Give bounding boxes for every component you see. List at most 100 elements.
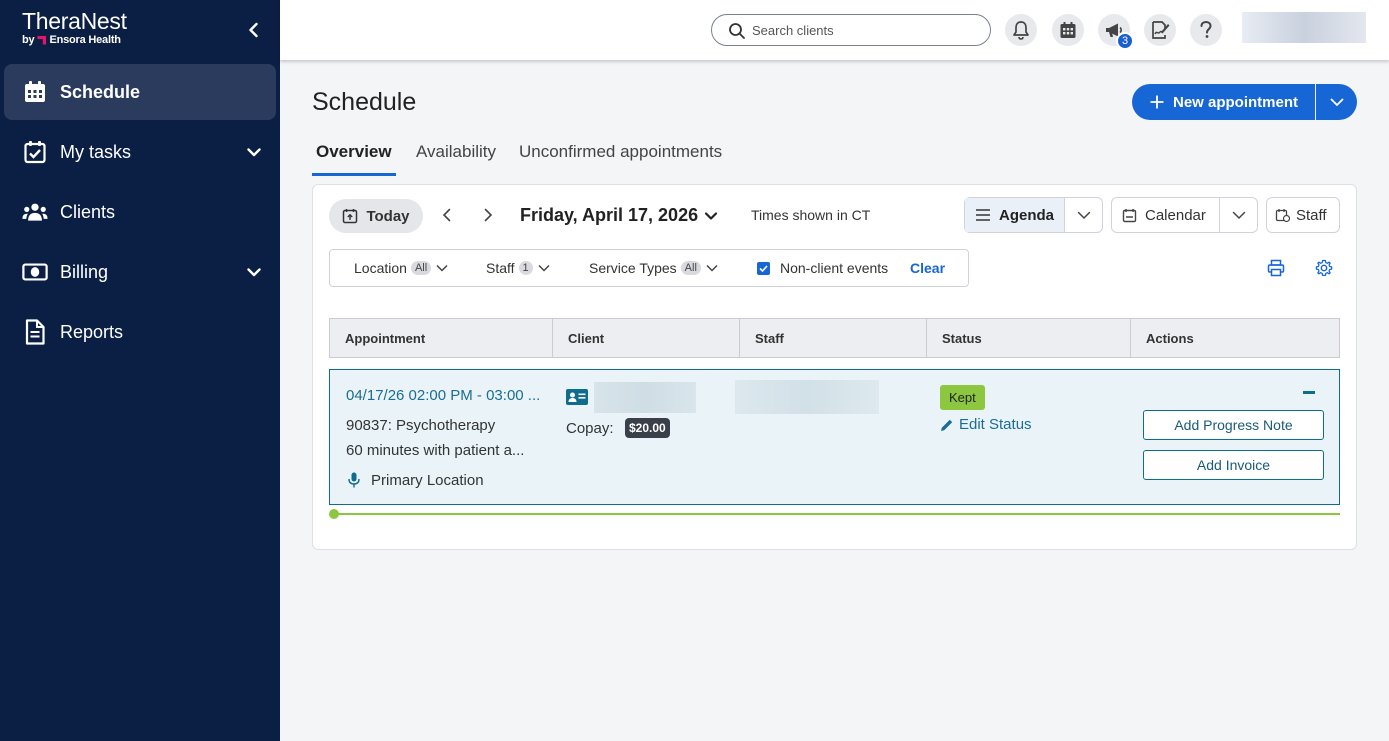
filter-bar: Location All Staff 1 Service Types All N… xyxy=(329,249,969,287)
notifications-button[interactable] xyxy=(1005,14,1037,46)
tab-availability[interactable]: Availability xyxy=(416,142,496,176)
clear-filters-link[interactable]: Clear xyxy=(910,260,945,276)
appointment-row[interactable]: 04/17/26 02:00 PM - 03:00 ... 90837: Psy… xyxy=(329,369,1340,505)
new-appointment-label: New appointment xyxy=(1172,93,1298,111)
calendar-view-group: Calendar xyxy=(1111,197,1258,233)
brand-sub-company: Ensora Health xyxy=(49,34,121,46)
next-day-icon[interactable] xyxy=(480,207,496,223)
calendar-dropdown-button[interactable] xyxy=(1219,198,1257,232)
bell-icon xyxy=(1013,21,1029,40)
add-invoice-button[interactable]: Add Invoice xyxy=(1143,450,1324,480)
service-types-filter-label: Service Types xyxy=(589,260,677,276)
sidebar-item-label: Clients xyxy=(60,201,116,222)
location-filter[interactable]: Location All xyxy=(354,260,449,276)
sidebar-item-my-tasks[interactable]: My tasks xyxy=(4,124,276,180)
calendar-view-button[interactable]: Calendar xyxy=(1112,198,1219,232)
appointment-time-link[interactable]: 04/17/26 02:00 PM - 03:00 ... xyxy=(346,387,540,404)
agenda-label: Agenda xyxy=(998,206,1054,224)
new-appointment-dropdown-button[interactable] xyxy=(1316,84,1357,120)
service-types-filter-value: All xyxy=(680,261,701,275)
gear-icon[interactable] xyxy=(1315,259,1333,277)
chevron-down-icon xyxy=(1330,98,1343,107)
column-header-appointment[interactable]: Appointment xyxy=(330,319,552,357)
client-name-redacted[interactable] xyxy=(594,382,696,413)
staff-filter-value: 1 xyxy=(518,261,533,275)
column-header-staff[interactable]: Staff xyxy=(739,319,926,357)
print-icon[interactable] xyxy=(1267,259,1285,277)
client-id-card-icon[interactable] xyxy=(566,389,588,405)
date-picker-button[interactable]: Friday, April 17, 2026 xyxy=(520,205,718,226)
location-filter-label: Location xyxy=(354,260,407,276)
non-client-events-label: Non-client events xyxy=(780,260,889,276)
ensora-mark-icon xyxy=(37,35,47,45)
appointment-location: Primary Location xyxy=(371,472,484,489)
previous-day-icon[interactable] xyxy=(439,207,455,223)
service-types-filter[interactable]: Service Types All xyxy=(589,260,719,276)
notification-count-badge: 3 xyxy=(1116,32,1134,50)
e-signature-button[interactable] xyxy=(1144,14,1176,46)
calendar-today-icon xyxy=(343,209,358,224)
staff-view-group: Staff xyxy=(1266,197,1340,233)
user-menu-avatar[interactable] xyxy=(1242,12,1366,43)
search-icon xyxy=(729,23,745,39)
edit-status-label: Edit Status xyxy=(959,416,1032,433)
document-icon xyxy=(22,319,48,345)
search-box[interactable] xyxy=(711,14,991,46)
brand-name: TheraNest xyxy=(22,8,127,34)
calendar-button[interactable] xyxy=(1052,14,1084,46)
list-icon xyxy=(975,209,990,221)
agenda-dropdown-button[interactable] xyxy=(1064,198,1102,232)
copay-label: Copay: xyxy=(566,420,614,437)
chevron-down-icon[interactable] xyxy=(246,144,262,160)
brand-subtitle: by Ensora Health xyxy=(22,34,127,46)
staff-filter[interactable]: Staff 1 xyxy=(486,260,551,276)
chevron-down-icon xyxy=(704,211,718,220)
collapse-row-icon[interactable] xyxy=(1303,391,1315,394)
task-check-icon xyxy=(22,139,48,165)
collapse-sidebar-button[interactable] xyxy=(244,20,264,40)
current-time-indicator xyxy=(333,513,1340,515)
column-header-status[interactable]: Status xyxy=(926,319,1130,357)
chevron-down-icon[interactable] xyxy=(246,264,262,280)
agenda-view-button[interactable]: Agenda xyxy=(965,198,1064,232)
column-header-client[interactable]: Client xyxy=(552,319,739,357)
brand-logo[interactable]: TheraNest by Ensora Health xyxy=(22,8,127,46)
non-client-events-toggle[interactable]: Non-client events xyxy=(757,260,888,276)
help-button[interactable] xyxy=(1190,14,1222,46)
calendar-user-icon xyxy=(1275,208,1290,222)
sidebar-item-billing[interactable]: Billing xyxy=(4,244,276,300)
agenda-view-group: Agenda xyxy=(964,197,1103,233)
staff-view-label: Staff xyxy=(1296,206,1327,224)
today-button[interactable]: Today xyxy=(329,199,423,233)
chevron-down-icon xyxy=(706,264,718,272)
appointments-table-header: Appointment Client Staff Status Actions xyxy=(329,318,1340,358)
sidebar-item-reports[interactable]: Reports xyxy=(4,304,276,360)
calendar-icon xyxy=(22,79,48,105)
brand-sub-prefix: by xyxy=(22,34,35,46)
people-icon xyxy=(22,199,48,225)
tab-overview[interactable]: Overview xyxy=(312,142,396,176)
staff-view-button[interactable]: Staff xyxy=(1267,198,1339,232)
edit-status-link[interactable]: Edit Status xyxy=(940,416,1032,433)
calendar-icon xyxy=(1060,22,1076,38)
schedule-card: Today Friday, April 17, 2026 Times shown… xyxy=(312,184,1357,550)
sidebar: TheraNest by Ensora Health Schedule My t… xyxy=(0,0,280,741)
new-appointment-split-button: New appointment xyxy=(1132,84,1357,120)
staff-filter-label: Staff xyxy=(486,260,515,276)
announcements-button[interactable]: 3 xyxy=(1098,14,1134,50)
calendar-label: Calendar xyxy=(1145,206,1206,224)
timezone-text: Times shown in CT xyxy=(751,207,871,223)
chevron-down-icon xyxy=(436,264,448,272)
non-client-events-checkbox[interactable] xyxy=(757,261,770,275)
add-progress-note-button[interactable]: Add Progress Note xyxy=(1143,410,1324,440)
sidebar-item-label: Reports xyxy=(60,321,124,342)
help-question-icon xyxy=(1200,20,1212,38)
page-title: Schedule xyxy=(312,88,417,116)
search-input[interactable] xyxy=(752,22,972,38)
status-badge: Kept xyxy=(940,385,985,410)
tab-unconfirmed-appointments[interactable]: Unconfirmed appointments xyxy=(519,142,722,176)
sidebar-item-schedule[interactable]: Schedule xyxy=(4,64,276,120)
chevron-down-icon xyxy=(538,264,550,272)
new-appointment-button[interactable]: New appointment xyxy=(1132,84,1315,120)
sidebar-item-clients[interactable]: Clients xyxy=(4,184,276,240)
